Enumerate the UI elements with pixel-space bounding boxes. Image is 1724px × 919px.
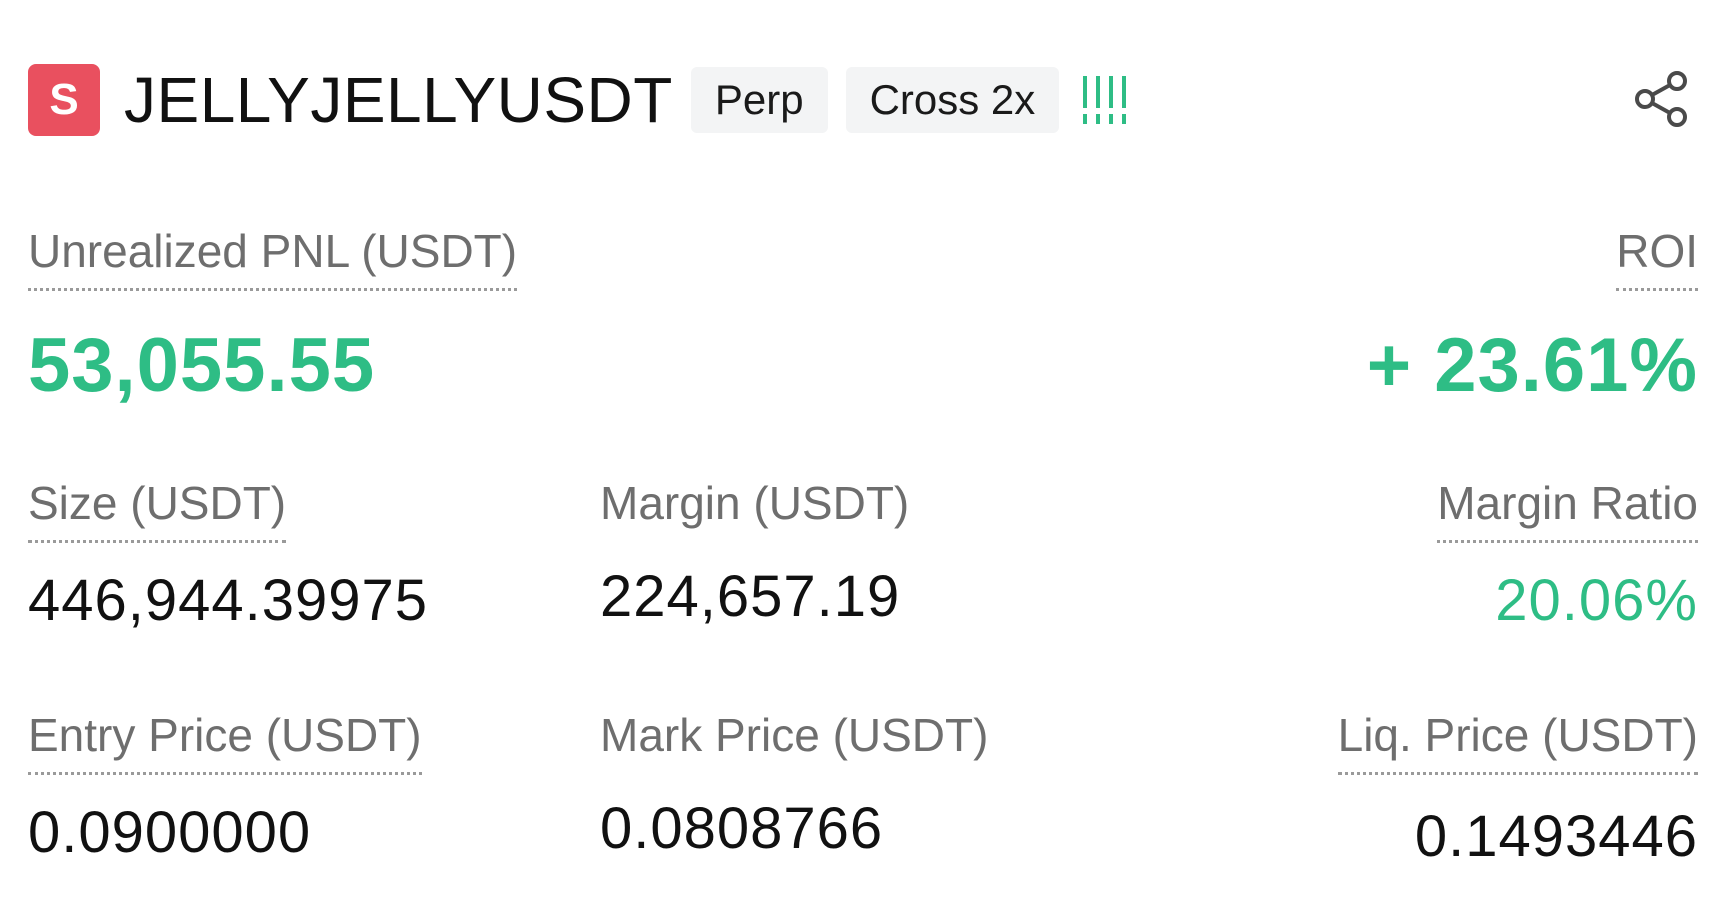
position-header: S JELLYJELLYUSDT Perp Cross 2x — [28, 62, 1127, 138]
margin-mode-leverage-tag[interactable]: Cross 2x — [845, 67, 1060, 133]
entry-price-label[interactable]: Entry Price (USDT) — [28, 712, 422, 775]
symbol-title[interactable]: JELLYJELLYUSDT — [124, 68, 673, 132]
short-side-badge: S — [28, 64, 100, 136]
liq-price-value: 0.1493446 — [1414, 804, 1698, 869]
mark-price-value: 0.0808766 — [600, 796, 884, 861]
margin-ratio-label[interactable]: Margin Ratio — [1437, 480, 1698, 543]
share-icon — [1635, 71, 1687, 127]
risk-bar — [1122, 76, 1127, 124]
risk-bar — [1109, 76, 1114, 124]
size-label[interactable]: Size (USDT) — [28, 480, 287, 543]
entry-price-value: 0.0900000 — [28, 800, 312, 865]
share-button[interactable] — [1628, 66, 1694, 132]
roi-value: + 23.61% — [1366, 323, 1698, 408]
risk-indicator-icon — [1083, 76, 1127, 124]
mark-price-label: Mark Price (USDT) — [600, 709, 989, 761]
margin-value: 224,657.19 — [600, 564, 901, 629]
size-value: 446,944.39975 — [28, 568, 429, 633]
unrealized-pnl-label[interactable]: Unrealized PNL (USDT) — [28, 228, 518, 291]
risk-bar — [1096, 76, 1101, 124]
unrealized-pnl-value: 53,055.55 — [28, 323, 376, 408]
contract-type-tag: Perp — [690, 67, 828, 133]
margin-ratio-value: 20.06% — [1495, 568, 1698, 633]
roi-label[interactable]: ROI — [1616, 228, 1698, 291]
risk-bar — [1083, 76, 1088, 124]
margin-label: Margin (USDT) — [600, 477, 910, 529]
liq-price-label[interactable]: Liq. Price (USDT) — [1337, 712, 1698, 775]
position-card: S JELLYJELLYUSDT Perp Cross 2x Unrealize… — [0, 0, 1724, 919]
